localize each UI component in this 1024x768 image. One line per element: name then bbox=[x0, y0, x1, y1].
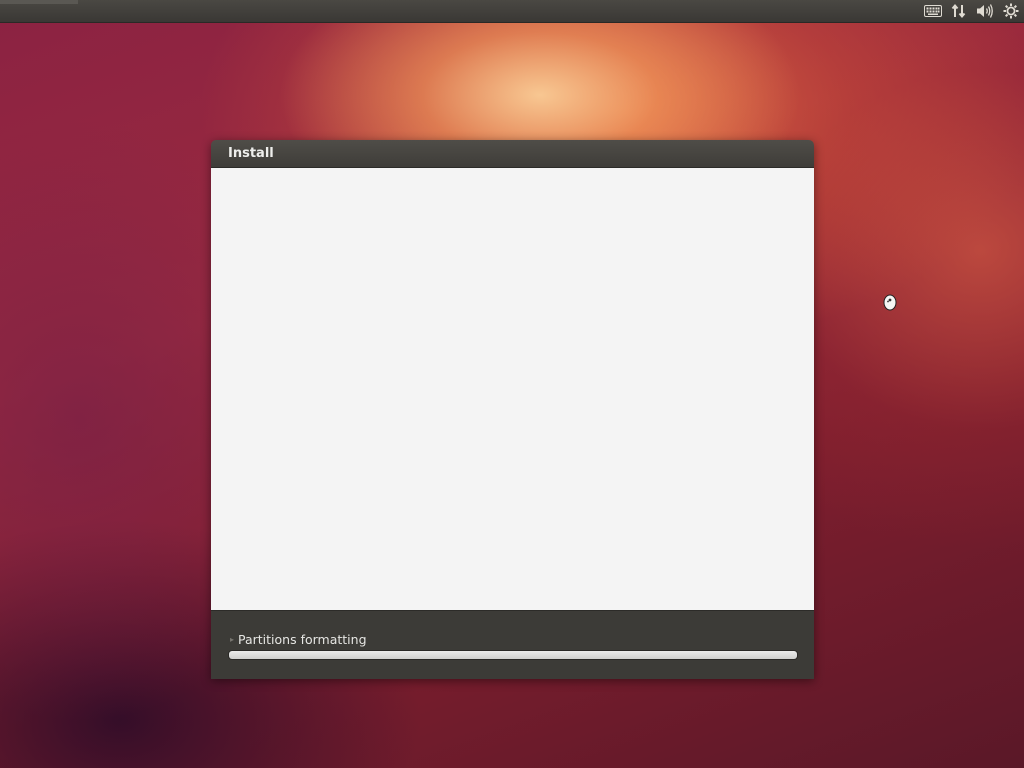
install-footer: ▸ Partitions formatting bbox=[211, 610, 814, 679]
volume-icon[interactable] bbox=[976, 2, 994, 20]
panel-launcher-edge bbox=[0, 0, 78, 4]
gear-icon[interactable] bbox=[1002, 2, 1020, 20]
window-titlebar[interactable]: Install bbox=[211, 140, 814, 168]
slideshow-area bbox=[211, 168, 814, 610]
busy-cursor-icon bbox=[883, 294, 897, 311]
install-window: Install ▸ Partitions formatting bbox=[211, 140, 814, 679]
install-status-text: Partitions formatting bbox=[238, 632, 367, 647]
install-progress-bar bbox=[228, 650, 798, 660]
keyboard-icon[interactable] bbox=[924, 2, 942, 20]
network-icon[interactable] bbox=[950, 2, 968, 20]
indicator-area bbox=[924, 0, 1020, 22]
top-panel bbox=[0, 0, 1024, 23]
install-progress-fill bbox=[229, 651, 797, 659]
expander-arrow-icon[interactable]: ▸ bbox=[230, 635, 234, 644]
desktop: { "top_panel": { "indicators": [ {"icon"… bbox=[0, 0, 1024, 768]
window-title: Install bbox=[228, 146, 274, 161]
